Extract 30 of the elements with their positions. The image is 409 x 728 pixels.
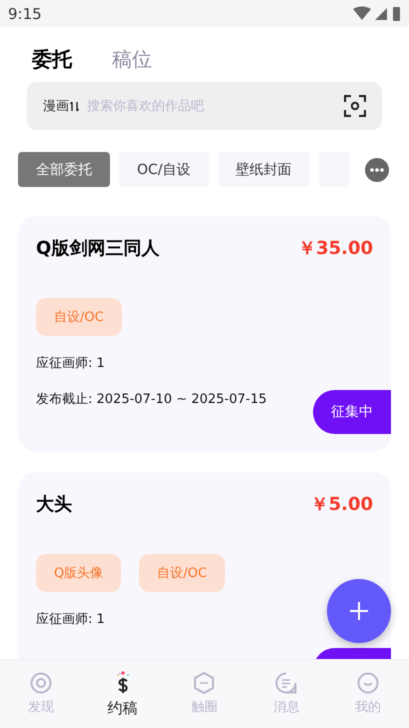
price: ￥5.00 bbox=[310, 493, 373, 516]
smiley-icon bbox=[357, 672, 380, 694]
filter-chip[interactable]: OC/自设 bbox=[119, 152, 209, 187]
hexagon-icon bbox=[193, 672, 216, 694]
applicant-count: 应征画师: 1 bbox=[36, 355, 105, 372]
nav-item[interactable]: 约稿 bbox=[82, 660, 164, 728]
status-button[interactable]: 征集中 bbox=[313, 390, 391, 434]
commission-card[interactable]: 大头 ￥5.00 Q版头像 自设/OC 应征画师: 1 bbox=[18, 472, 391, 659]
sort-icon bbox=[70, 100, 79, 112]
applicant-count: 应征画师: 1 bbox=[36, 611, 105, 628]
filter-chip[interactable]: 壁纸封面 bbox=[218, 152, 310, 187]
deadline-text: 发布截止: 2025-07-10 ~ 2025-07-15 bbox=[36, 391, 267, 408]
card-title: 大头 bbox=[36, 493, 72, 516]
plus-icon bbox=[350, 602, 368, 620]
tag: Q版头像 bbox=[36, 554, 122, 592]
commission-card[interactable]: Q版剑网三同人 ￥35.00 自设/OC 应征画师: 1 发布截止: 2025-07-10 ~ 2025-07-15 征集中 bbox=[18, 216, 391, 452]
chat-icon bbox=[275, 672, 298, 694]
target-icon bbox=[30, 672, 52, 694]
search-field[interactable]: 漫画 搜索你喜欢的作品吧 bbox=[27, 82, 382, 130]
price: ￥35.00 bbox=[298, 237, 373, 260]
filter-chip[interactable]: 全部委托 bbox=[18, 152, 110, 187]
tag: 自设/OC bbox=[139, 554, 225, 592]
category-selector[interactable]: 漫画 bbox=[43, 97, 79, 115]
card-title: Q版剑网三同人 bbox=[36, 237, 160, 260]
more-icon[interactable] bbox=[365, 158, 389, 182]
scan-icon[interactable] bbox=[344, 95, 366, 117]
status-icons bbox=[353, 6, 401, 22]
top-tab[interactable]: 委托 bbox=[32, 39, 72, 79]
status-time: 9:15 bbox=[8, 4, 42, 22]
tag: 自设/OC bbox=[36, 298, 122, 336]
